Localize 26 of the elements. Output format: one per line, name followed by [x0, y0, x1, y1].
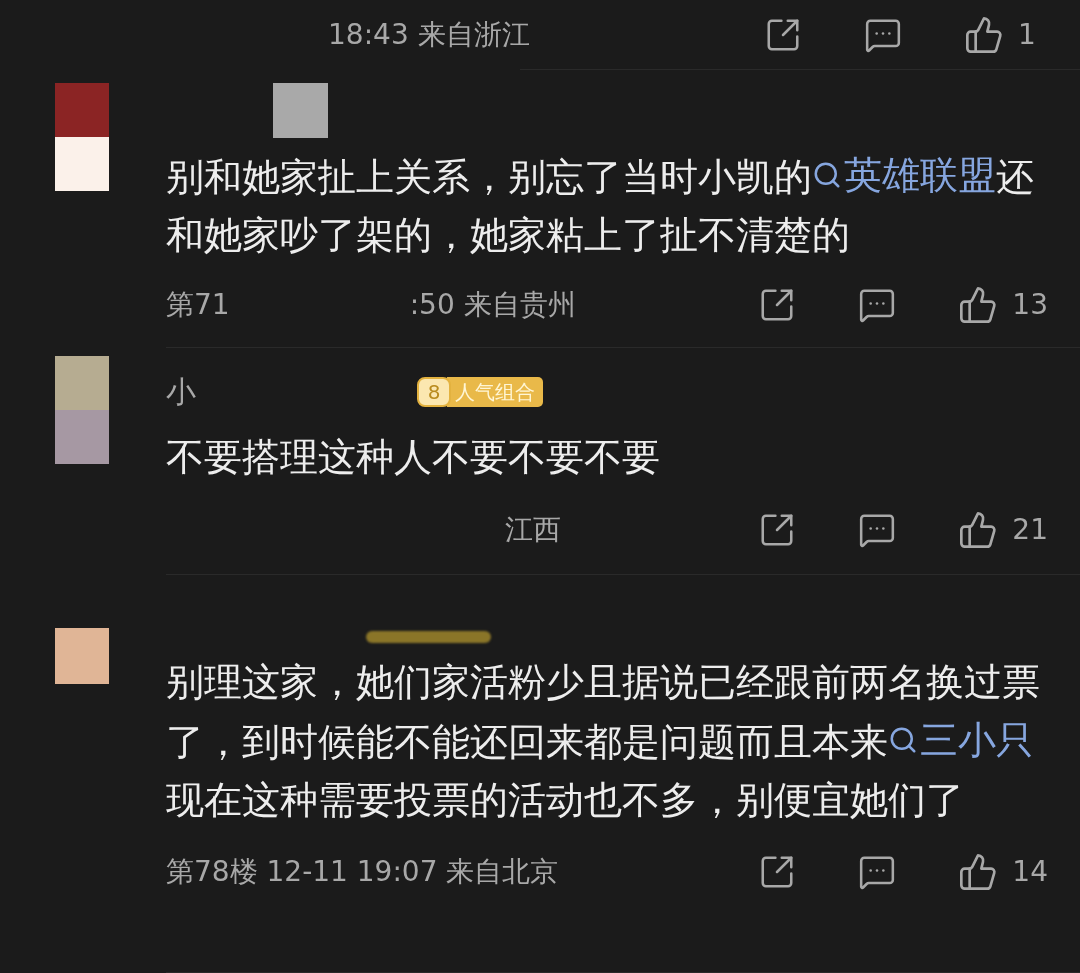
comment-meta: 江西	[505, 511, 561, 548]
badge-label: 人气组合	[447, 376, 543, 407]
like-icon[interactable]	[958, 851, 999, 892]
like-icon[interactable]	[958, 285, 999, 325]
comment-icon[interactable]	[858, 286, 897, 324]
comment-text: 别和她家扯上关系，别忘了当时小凯的 英雄联盟还和她家吵了架的，她家粘上了扯不清楚的	[166, 146, 1046, 264]
rank-badge: 8	[417, 376, 451, 407]
like-icon[interactable]	[964, 14, 1004, 55]
search-icon	[888, 725, 918, 755]
like-count: 21	[1012, 511, 1048, 548]
like-count: 1	[1018, 16, 1037, 53]
redaction-block	[273, 83, 328, 138]
username[interactable]: 小	[166, 369, 196, 415]
comment-meta: :50 来自贵州	[409, 287, 576, 323]
like-count: 14	[1012, 853, 1048, 890]
comment-text: 别理这家，她们家活粉少且据说已经跟前两名换过票了，到时候能不能还回来都是问题而且本来 三小只 现在这种需要投票的活动也不多，别便宜她们了	[166, 659, 1041, 824]
comment-text: 不要搭理这种人不要不要不要	[166, 433, 661, 481]
avatar[interactable]	[55, 83, 109, 191]
comment-meta: 18:43 来自浙江	[328, 16, 530, 53]
comment-meta: 第71	[166, 287, 230, 323]
comment-meta: 第78楼 12-11 19:07 来自北京	[166, 853, 559, 890]
like-count: 13	[1012, 287, 1048, 323]
like-icon[interactable]	[958, 509, 999, 550]
topic-link[interactable]: 三小只	[888, 711, 1034, 769]
search-icon	[812, 160, 842, 190]
topic-link[interactable]: 英雄联盟	[812, 146, 996, 204]
